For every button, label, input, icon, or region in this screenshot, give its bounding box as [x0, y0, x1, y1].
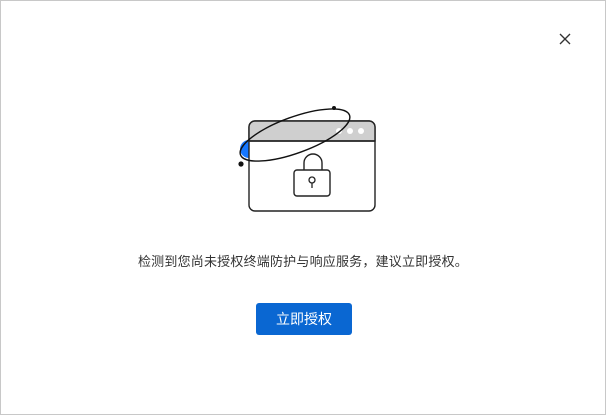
authorize-now-button[interactable]: 立即授权 [256, 303, 352, 335]
authorization-message: 检测到您尚未授权终端防护与响应服务，建议立即授权。 [137, 255, 468, 270]
close-button[interactable] [555, 29, 575, 49]
browser-window-icon [248, 120, 376, 212]
close-icon [559, 33, 571, 45]
browser-lock-illustration [238, 106, 376, 212]
authorization-dialog: 检测到您尚未授权终端防护与响应服务，建议立即授权。 立即授权 [0, 0, 606, 415]
